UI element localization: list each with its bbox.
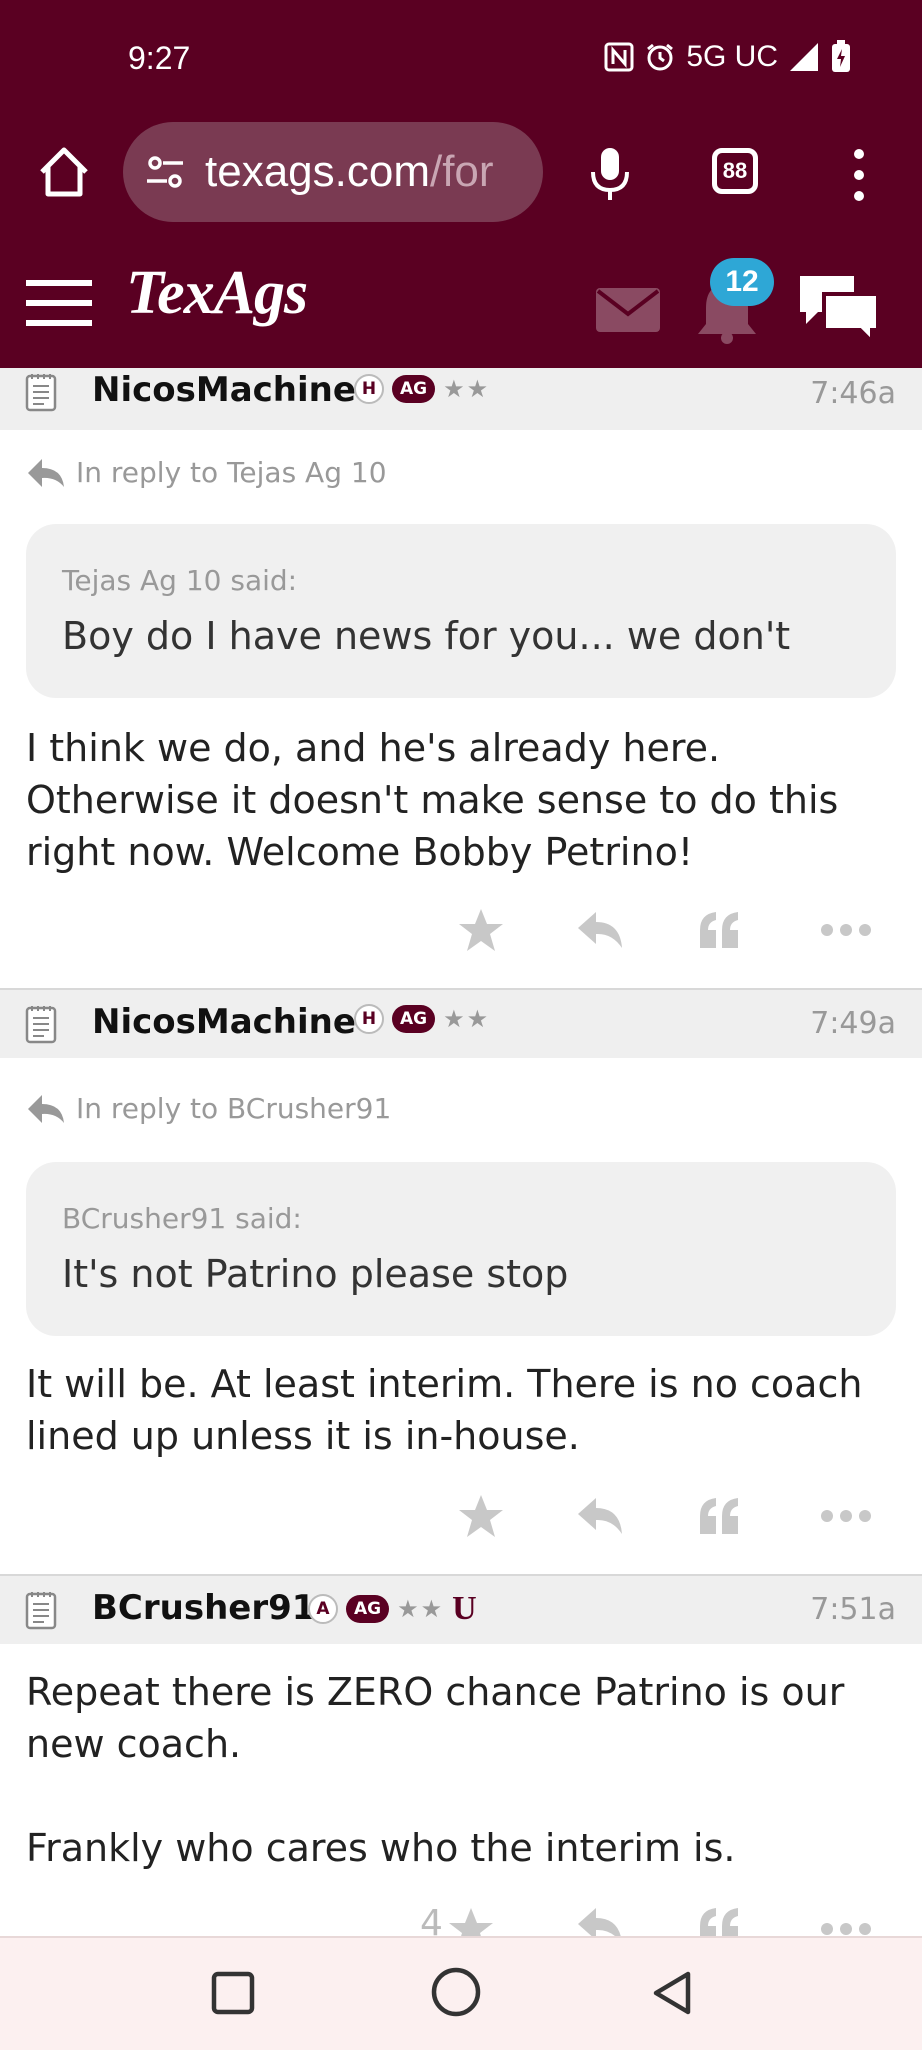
post-note-icon xyxy=(25,1006,57,1044)
quote-icon xyxy=(700,1498,738,1534)
status-icons: 5G UC xyxy=(604,40,852,74)
ellipsis-icon xyxy=(821,1510,871,1522)
in-reply-to-link[interactable]: In reply to Tejas Ag 10 xyxy=(26,456,387,489)
home-icon[interactable] xyxy=(36,144,92,200)
post-header: NicosMachine H AG ★★ 7:46a xyxy=(0,368,922,430)
signal-icon xyxy=(790,43,818,71)
post-header: BCrusher91 A AG ★★ U 7:51a xyxy=(0,1574,922,1644)
ag-badge: AG xyxy=(392,375,436,403)
user-badges: H AG ★★ xyxy=(354,1004,490,1034)
post-note-icon xyxy=(25,1592,57,1630)
mic-icon[interactable] xyxy=(588,146,632,202)
tab-switcher-button[interactable]: 88 xyxy=(712,148,758,194)
star-icon xyxy=(459,1495,503,1537)
quote-text: It's not Patrino please stop xyxy=(62,1252,569,1296)
site-logo[interactable]: TexAgs xyxy=(126,258,308,329)
ellipsis-icon xyxy=(821,1923,871,1935)
battery-charging-icon xyxy=(832,40,850,72)
quote-icon xyxy=(700,1908,738,1936)
ellipsis-icon xyxy=(821,924,871,936)
reply-icon xyxy=(578,912,622,948)
ag-badge: AG xyxy=(392,1005,436,1033)
star-button[interactable]: 4 xyxy=(420,1906,520,1936)
chat-bubbles-icon[interactable] xyxy=(796,272,882,344)
reply-button[interactable] xyxy=(570,900,630,960)
post-actions: 4 xyxy=(0,1906,922,1936)
post-body-paragraph: Repeat there is ZERO chance Patrino is o… xyxy=(26,1670,845,1766)
url-bar[interactable]: texags.com/for xyxy=(123,122,543,222)
post-username[interactable]: NicosMachine xyxy=(92,370,356,410)
alarm-icon xyxy=(647,43,674,71)
more-button[interactable] xyxy=(816,1486,876,1546)
network-label: 5G UC xyxy=(686,40,778,73)
star-icon xyxy=(459,909,503,951)
reply-to-text: In reply to BCrusher91 xyxy=(76,1092,392,1125)
quote-block: BCrusher91 said: It's not Patrino please… xyxy=(26,1162,896,1336)
mail-icon[interactable] xyxy=(596,288,660,332)
browser-toolbar: texags.com/for 88 xyxy=(0,118,922,228)
post-time[interactable]: 7:46a xyxy=(810,376,896,411)
user-badges: A AG ★★ U xyxy=(308,1590,477,1628)
reply-button[interactable] xyxy=(570,1486,630,1546)
post-actions xyxy=(0,900,922,970)
post-body-paragraph: Frankly who cares who the interim is. xyxy=(26,1826,736,1870)
reply-to-text: In reply to Tejas Ag 10 xyxy=(76,456,387,489)
quote-author: Tejas Ag 10 said: xyxy=(62,564,298,597)
quote-block: Tejas Ag 10 said: Boy do I have news for… xyxy=(26,524,896,698)
star-button[interactable] xyxy=(451,1486,511,1546)
reply-icon xyxy=(578,1908,621,1936)
home-nav-icon[interactable] xyxy=(428,1964,484,2020)
system-nav-bar xyxy=(0,1936,922,2050)
quote-text: Boy do I have news for you... we don't xyxy=(62,614,791,658)
hamburger-menu-icon[interactable] xyxy=(26,278,92,328)
post-username[interactable]: NicosMachine xyxy=(92,1002,356,1042)
reply-button[interactable] xyxy=(570,1906,630,1936)
notification-count-badge: 12 xyxy=(710,258,774,306)
quote-icon xyxy=(700,912,738,948)
in-reply-to-link[interactable]: In reply to BCrusher91 xyxy=(26,1092,391,1125)
site-settings-icon[interactable] xyxy=(143,150,187,194)
recent-apps-icon[interactable] xyxy=(208,1968,258,2018)
user-stars: ★★ xyxy=(443,375,491,403)
post-note-icon xyxy=(25,374,57,412)
star-button[interactable] xyxy=(451,900,511,960)
user-badge-letter: A xyxy=(308,1594,338,1624)
user-badge-letter: H xyxy=(354,374,384,404)
star-icon xyxy=(448,1908,493,1936)
star-count: 4 xyxy=(420,1906,443,1936)
status-bar: 9:27 5G UC xyxy=(0,0,922,118)
more-button[interactable] xyxy=(816,900,876,960)
ag-badge: AG xyxy=(346,1595,390,1623)
reply-icon xyxy=(578,1498,622,1534)
back-nav-icon[interactable] xyxy=(648,1968,698,2018)
university-logo: U xyxy=(452,1590,477,1627)
user-badge-letter: H xyxy=(354,1004,384,1034)
site-header: TexAgs 12 xyxy=(0,228,922,368)
quote-author: BCrusher91 said: xyxy=(62,1202,302,1235)
quote-button[interactable] xyxy=(690,1486,750,1546)
post-header: NicosMachine H AG ★★ 7:49a xyxy=(0,988,922,1058)
user-stars: ★★ xyxy=(443,1005,491,1033)
post-body: Repeat there is ZERO chance Patrino is o… xyxy=(26,1666,906,1874)
quote-button[interactable] xyxy=(690,1906,750,1936)
post-time[interactable]: 7:49a xyxy=(810,1006,896,1041)
post-body: I think we do, and he's already here. Ot… xyxy=(26,726,839,874)
post-body: It will be. At least interim. There is n… xyxy=(26,1362,863,1458)
reply-arrow-icon xyxy=(28,1094,64,1123)
status-time: 9:27 xyxy=(128,40,191,76)
quote-button[interactable] xyxy=(690,900,750,960)
url-text: texags.com/for xyxy=(205,147,494,196)
more-button[interactable] xyxy=(816,1906,876,1936)
post-time[interactable]: 7:51a xyxy=(810,1592,896,1627)
user-stars: ★★ xyxy=(397,1595,445,1623)
more-options-icon[interactable] xyxy=(852,148,866,202)
post-username[interactable]: BCrusher91 xyxy=(92,1588,315,1628)
post-actions xyxy=(0,1486,922,1556)
reply-arrow-icon xyxy=(28,458,64,487)
user-badges: H AG ★★ xyxy=(354,374,490,404)
nfc-icon xyxy=(604,42,634,72)
